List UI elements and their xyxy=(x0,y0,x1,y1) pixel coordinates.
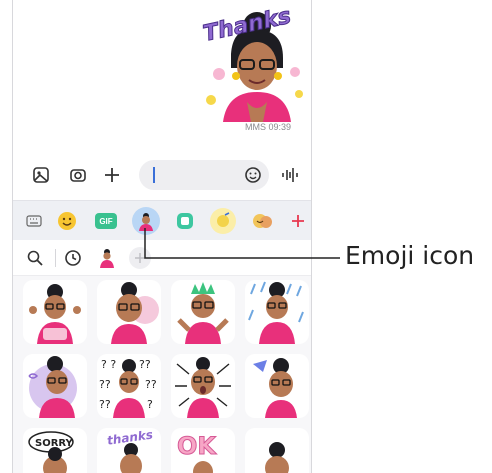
callout-line xyxy=(144,228,340,259)
callout-label: Emoji icon xyxy=(345,241,475,270)
screen: Thanks MMS 09:39 GIF ? ? ?? ?? ?? ?? ? S… xyxy=(0,0,492,473)
